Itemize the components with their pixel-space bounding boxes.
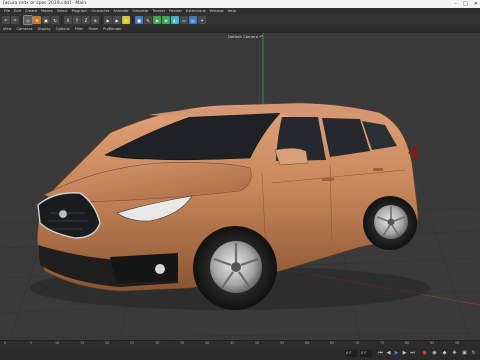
scale-icon[interactable]: ▣ (42, 16, 50, 24)
floor-icon[interactable]: ▭ (180, 16, 188, 24)
toolbar-divider (132, 15, 133, 25)
timeline-tick: 35 (180, 341, 185, 345)
timeline-tick: 45 (230, 341, 235, 345)
deformer-icon[interactable]: ◐ (171, 16, 179, 24)
timeline-tick: 30 (155, 341, 160, 345)
timeline-tick: 65 (330, 341, 335, 345)
minimize-icon[interactable]: – (455, 0, 458, 8)
window-controls: – □ ✕ (455, 0, 478, 8)
autokey-icon[interactable]: ◉ (432, 351, 437, 356)
main-toolbar: ↶ ↷ ◎ ✥ ▣ ↻ X Y Z ⊕ ▶ ▶ ⚙ ■ ✎ ◆ ✿ ◐ ▭ ▤ … (0, 14, 480, 26)
coord-system-icon[interactable]: ⊕ (91, 16, 99, 24)
move-icon[interactable]: ✥ (33, 16, 41, 24)
scale-key-icon[interactable]: ▣ (462, 351, 467, 356)
y-axis-icon[interactable]: Y (73, 16, 81, 24)
viewport-menu-options[interactable]: Options (56, 26, 70, 32)
timeline-tick: 55 (280, 341, 285, 345)
z-axis-icon[interactable]: Z (82, 16, 90, 24)
viewport-menu-filter[interactable]: Filter (75, 26, 84, 32)
timeline-ruler[interactable]: 0 5 10 15 20 25 30 35 40 45 50 55 60 65 … (0, 340, 480, 348)
timeline-tick: 50 (255, 341, 260, 345)
timeline-tick: 85 (430, 341, 435, 345)
camera-label[interactable]: Default Camera •° (228, 34, 263, 39)
render-settings-icon[interactable]: ⚙ (122, 16, 130, 24)
timeline-tick: 10 (55, 341, 60, 345)
timeline-tick: 20 (105, 341, 110, 345)
render-picture-viewer-icon[interactable]: ▶ (113, 16, 121, 24)
previous-frame-icon[interactable]: ◀ (386, 351, 391, 356)
subdivision-icon[interactable]: ◆ (153, 16, 161, 24)
title-bar: [acura mdx or spec 2019.c4d] - Main – □ … (0, 0, 480, 8)
record-icon[interactable]: ● (422, 351, 427, 356)
timeline-tick: 25 (130, 341, 135, 345)
3d-viewport[interactable]: Default Camera •° (0, 33, 480, 348)
toolbar-divider (21, 15, 22, 25)
go-to-start-icon[interactable]: ⏮ (378, 351, 383, 356)
start-frame-field[interactable]: 0 F (345, 350, 357, 357)
timeline-tick: 0 (4, 341, 7, 345)
viewport-menu-display[interactable]: Display (38, 26, 51, 32)
live-select-icon[interactable]: ◎ (23, 15, 33, 25)
timeline-tick: 75 (380, 341, 385, 345)
play-icon[interactable]: ▶ (394, 351, 399, 356)
viewport-menu-panel[interactable]: Panel (89, 26, 99, 32)
next-frame-icon[interactable]: ▶ (402, 351, 407, 356)
cube-icon[interactable]: ■ (135, 16, 143, 24)
go-to-end-icon[interactable]: ⏭ (410, 351, 415, 356)
camera-icon[interactable]: ▤ (189, 16, 197, 24)
viewport-menu-prorender[interactable]: ProRender (103, 26, 122, 32)
window-title: [acura mdx or spec 2019.c4d] - Main (3, 1, 87, 6)
timeline-tick: 70 (355, 341, 360, 345)
viewport-menu-view[interactable]: View (3, 26, 12, 32)
timeline-tick: 15 (80, 341, 85, 345)
undo-icon[interactable]: ↶ (2, 16, 10, 24)
timeline-tick: 60 (305, 341, 310, 345)
render-view-icon[interactable]: ▶ (104, 16, 112, 24)
pen-icon[interactable]: ✎ (144, 16, 152, 24)
viewport-scene (0, 33, 480, 341)
toolbar-divider (61, 15, 62, 25)
array-icon[interactable]: ✿ (162, 16, 170, 24)
keyframe-selection-icon[interactable]: ◆ (442, 351, 447, 356)
animation-toolbar: 0 F 0 F ⏮ ◀ ▶ ▶ ⏭ ● ◉ ◆ ✥ ▣ ↻ (0, 348, 480, 360)
toolbar-divider (101, 15, 102, 25)
maximize-icon[interactable]: □ (463, 0, 468, 8)
close-icon[interactable]: ✕ (474, 0, 478, 8)
timeline-tick: 5 (30, 341, 33, 345)
viewport-menu: View Cameras Display Options Filter Pane… (0, 26, 480, 33)
position-key-icon[interactable]: ✥ (452, 351, 457, 356)
rotate-icon[interactable]: ↻ (51, 16, 59, 24)
timeline-tick: 40 (205, 341, 210, 345)
timeline-tick: 90 (455, 341, 460, 345)
viewport-menu-cameras[interactable]: Cameras (17, 26, 33, 32)
rotation-key-icon[interactable]: ↻ (471, 351, 476, 356)
current-frame-field[interactable]: 0 F (360, 350, 372, 357)
car-model[interactable] (30, 102, 430, 310)
redo-icon[interactable]: ↷ (11, 16, 19, 24)
x-axis-icon[interactable]: X (64, 16, 72, 24)
timeline-tick: 80 (405, 341, 410, 345)
light-icon[interactable]: ✦ (198, 16, 206, 24)
